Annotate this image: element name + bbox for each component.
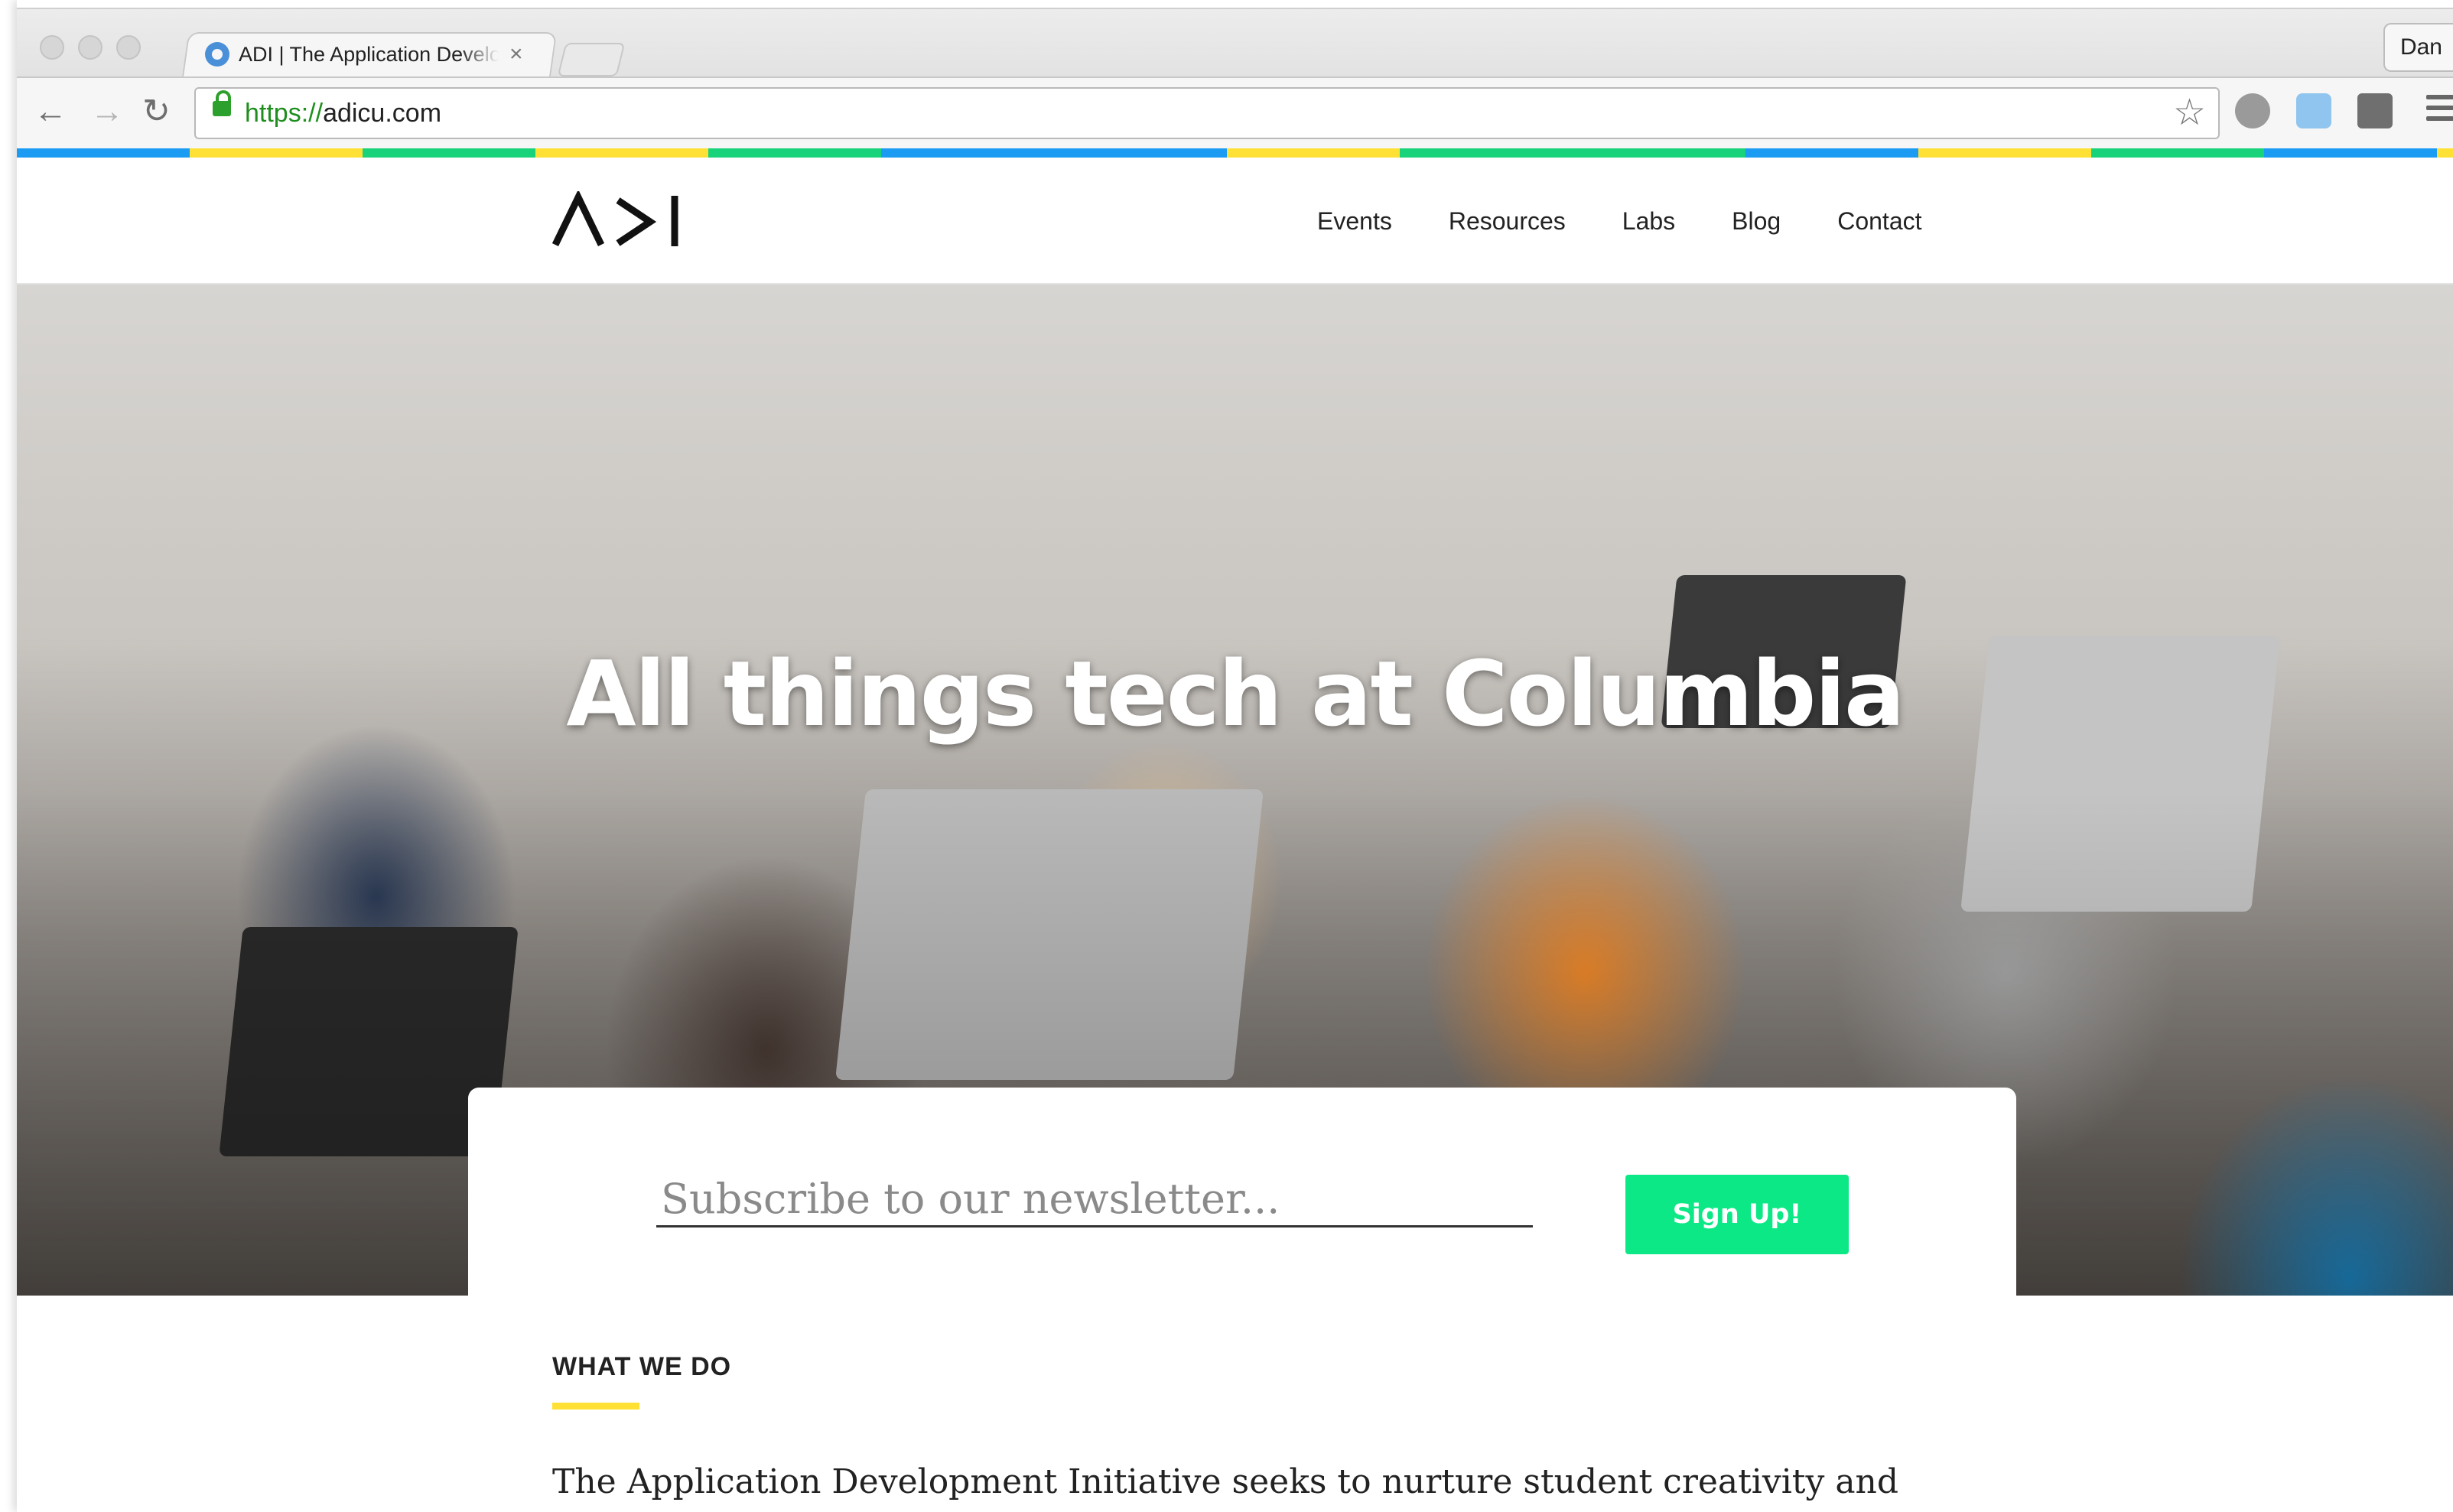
color-stripe-segment <box>363 148 535 158</box>
color-stripe-segment <box>2264 148 2437 158</box>
what-we-do-section: WHAT WE DO The Application Development I… <box>17 1297 2453 1512</box>
back-arrow-icon[interactable]: ← <box>34 90 67 133</box>
extension-mail-icon[interactable] <box>2357 93 2393 128</box>
sign-up-button[interactable]: Sign Up! <box>1625 1175 1849 1254</box>
color-stripe-segment <box>17 148 190 158</box>
color-stripe-segment <box>1054 148 1227 158</box>
browser-menu-icon[interactable] <box>2426 95 2453 127</box>
zoom-window-button[interactable] <box>116 35 141 60</box>
profile-name: Dan <box>2399 34 2442 60</box>
close-window-button[interactable] <box>40 35 64 60</box>
extension-camera-icon[interactable] <box>2296 93 2331 128</box>
color-stripe-segment <box>535 148 708 158</box>
color-stripe-segment <box>881 148 1054 158</box>
color-stripe-segment <box>1400 148 1573 158</box>
tab-title: ADI | The Application Development Initia… <box>239 42 499 66</box>
newsletter-card: Sign Up! <box>468 1088 2016 1296</box>
nav-contact[interactable]: Contact <box>1837 202 1921 240</box>
forward-arrow-icon[interactable]: → <box>90 90 124 133</box>
new-tab-button[interactable] <box>557 43 626 76</box>
site-header: Events Resources Labs Blog Contact <box>17 158 2453 285</box>
profile-button[interactable]: Dan <box>2383 23 2453 72</box>
lock-icon <box>213 90 231 116</box>
color-stripe-segment <box>1573 148 1745 158</box>
color-stripe-segment <box>2437 148 2453 158</box>
site-nav: Events Resources Labs Blog Contact <box>1317 202 1979 240</box>
hero-title: All things tech at Columbia <box>566 641 1905 746</box>
section-underline <box>552 1403 639 1410</box>
bookmark-star-icon[interactable]: ☆ <box>2173 92 2206 135</box>
color-stripe-segment <box>1745 148 1918 158</box>
extension-compass-icon[interactable] <box>2235 93 2270 128</box>
close-tab-icon[interactable]: × <box>509 41 523 67</box>
reload-icon[interactable]: ↻ <box>142 90 171 133</box>
color-stripe-segment <box>190 148 363 158</box>
color-stripe-segment <box>708 148 881 158</box>
nav-blog[interactable]: Blog <box>1732 202 1781 240</box>
url-host: adicu.com <box>323 99 442 128</box>
nav-labs[interactable]: Labs <box>1622 202 1675 240</box>
address-bar[interactable]: https://adicu.com ☆ <box>194 87 2220 139</box>
section-body-text: The Application Development Initiative s… <box>552 1462 1899 1501</box>
url-scheme: https:// <box>245 99 324 128</box>
color-stripe-segment <box>1918 148 2091 158</box>
color-stripe <box>17 148 2453 158</box>
url-text: https://adicu.com <box>245 96 441 130</box>
color-stripe-segment <box>2091 148 2264 158</box>
nav-resources[interactable]: Resources <box>1449 202 1566 240</box>
nav-events[interactable]: Events <box>1317 202 1392 240</box>
tab-active[interactable]: ADI | The Application Development Initia… <box>193 32 545 76</box>
adi-logo-icon[interactable] <box>552 191 682 249</box>
browser-window: ADI | The Application Development Initia… <box>17 0 2453 1512</box>
gear-favicon-icon <box>205 42 229 67</box>
section-heading: WHAT WE DO <box>552 1352 732 1381</box>
color-stripe-segment <box>1227 148 1400 158</box>
newsletter-email-input[interactable] <box>656 1172 1533 1227</box>
minimize-window-button[interactable] <box>78 35 102 60</box>
